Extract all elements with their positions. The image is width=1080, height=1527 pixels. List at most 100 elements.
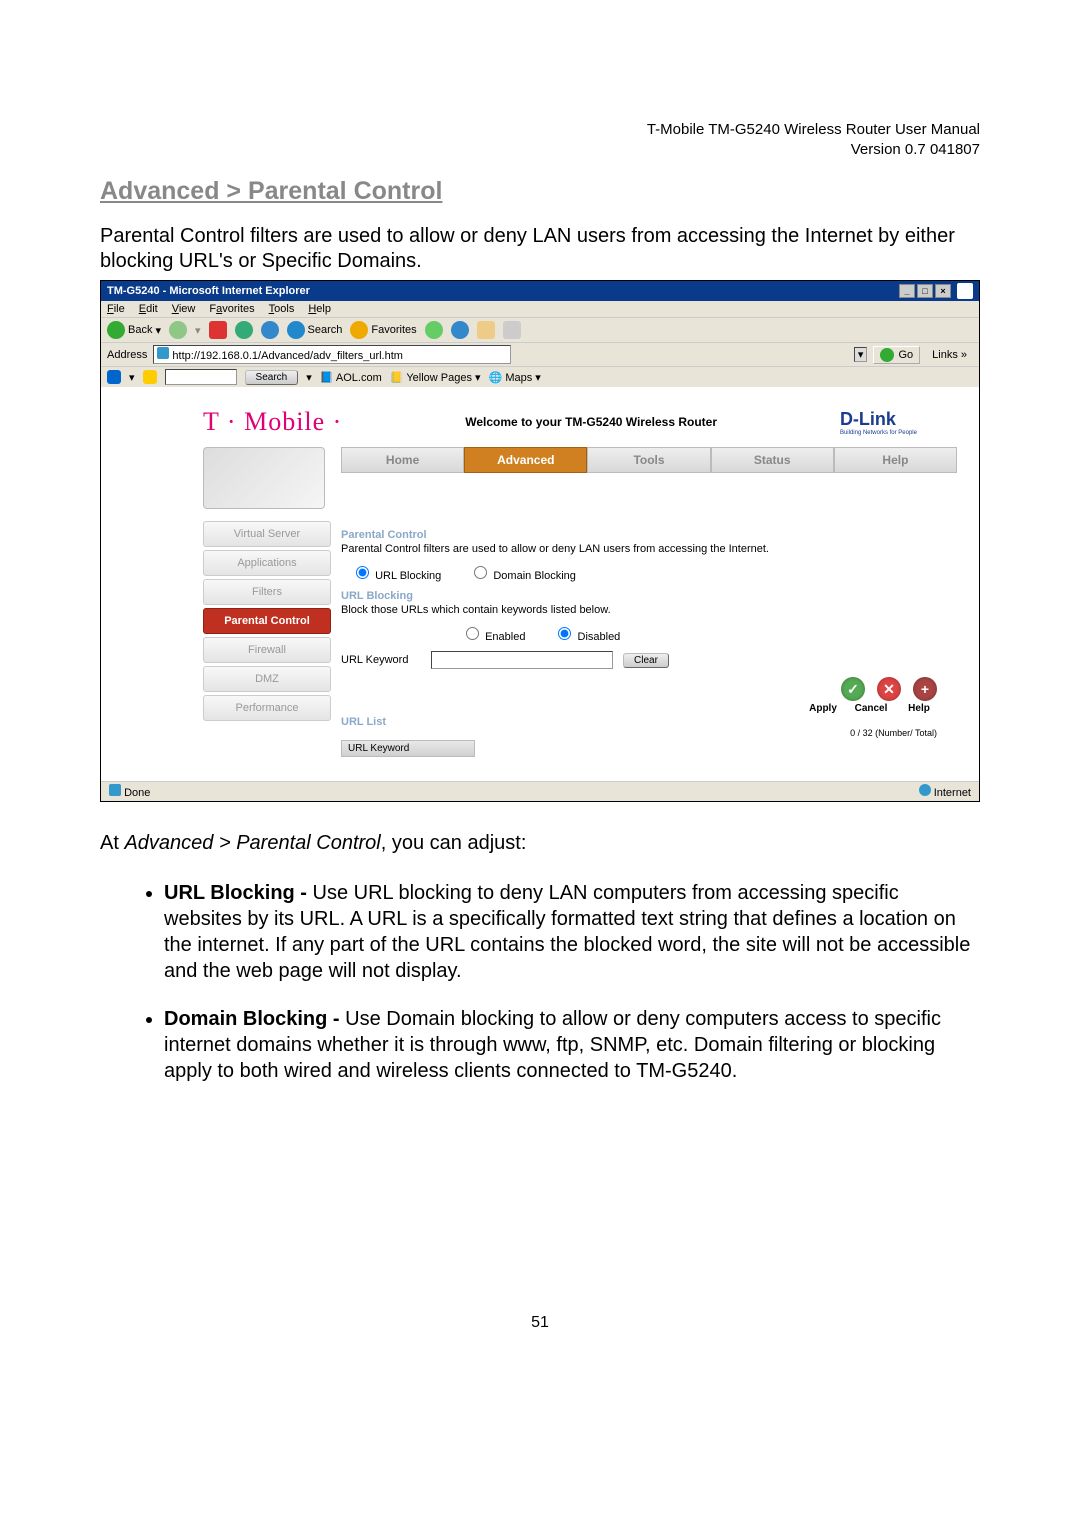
radio-domain-blocking[interactable]: Domain Blocking <box>469 563 576 582</box>
router-tabs: Home Advanced Tools Status Help <box>341 447 957 473</box>
aol-search-btn[interactable]: Search <box>245 370 299 385</box>
radio-url-blocking-input[interactable] <box>356 566 369 579</box>
sidebar-performance[interactable]: Performance <box>203 695 331 721</box>
search-button[interactable]: Search <box>287 321 343 339</box>
page-icon <box>157 347 169 359</box>
status-zone: Internet <box>919 784 971 799</box>
doc-header-line2: Version 0.7 041807 <box>100 140 980 160</box>
page-number: 51 <box>100 1314 980 1332</box>
radio-enabled[interactable]: Enabled <box>461 624 525 643</box>
links-label[interactable]: Links » <box>926 349 973 361</box>
home-icon[interactable] <box>261 321 279 339</box>
bullet-url-blocking: URL Blocking - Use URL blocking to deny … <box>164 880 980 984</box>
doc-header: T-Mobile TM-G5240 Wireless Router User M… <box>100 120 980 159</box>
bullet-list: URL Blocking - Use URL blocking to deny … <box>100 880 980 1084</box>
internet-zone-icon <box>919 784 931 796</box>
router-page: T · Mobile · Welcome to your TM-G5240 Wi… <box>101 387 979 781</box>
help-label: Help <box>901 703 937 714</box>
favorites-button[interactable]: Favorites <box>350 321 416 339</box>
help-button[interactable]: + <box>913 677 937 701</box>
forward-icon[interactable] <box>169 321 187 339</box>
status-done: Done <box>109 784 150 799</box>
tmobile-logo: T · Mobile · <box>203 407 342 437</box>
ie-titlebar: TM-G5240 - Microsoft Internet Explorer _… <box>101 281 979 301</box>
yp-link[interactable]: 📒 Yellow Pages ▾ <box>390 371 481 384</box>
ie-logo-icon <box>957 283 973 299</box>
search-icon <box>287 321 305 339</box>
tab-tools[interactable]: Tools <box>587 447 710 473</box>
sidebar-parental-control[interactable]: Parental Control <box>203 608 331 634</box>
router-product-image <box>203 447 325 509</box>
menu-help[interactable]: Help <box>308 303 331 315</box>
url-list-column-header: URL Keyword <box>341 740 475 757</box>
radio-url-blocking[interactable]: URL Blocking <box>351 563 441 582</box>
tab-help[interactable]: Help <box>834 447 957 473</box>
aol-toolbar: ▾ Search ▾ 📘 AOL.com 📒 Yellow Pages ▾ 🌐 … <box>101 366 979 387</box>
address-label: Address <box>107 349 147 361</box>
ie-addressbar: Address http://192.168.0.1/Advanced/adv_… <box>101 342 979 366</box>
radio-disabled-input[interactable] <box>558 627 571 640</box>
radio-disabled[interactable]: Disabled <box>553 624 620 643</box>
parental-control-heading: Parental Control <box>341 529 957 541</box>
url-list-count: 0 / 32 (Number/ Total) <box>341 728 937 738</box>
sidebar-virtual-server[interactable]: Virtual Server <box>203 521 331 547</box>
aol-link[interactable]: 📘 AOL.com <box>320 371 382 384</box>
close-button[interactable]: × <box>935 284 951 298</box>
outro-text: At Advanced > Parental Control, you can … <box>100 832 980 855</box>
cancel-button[interactable]: ✕ <box>877 677 901 701</box>
router-sidebar: Virtual Server Applications Filters Pare… <box>203 447 341 773</box>
radio-domain-blocking-input[interactable] <box>474 566 487 579</box>
url-list-heading: URL List <box>341 716 957 728</box>
url-blocking-desc: Block those URLs which contain keywords … <box>341 604 957 616</box>
media-icon[interactable] <box>425 321 443 339</box>
back-icon <box>107 321 125 339</box>
dlink-logo: D-Link Building Networks for People <box>840 409 947 436</box>
apply-button[interactable]: ✓ <box>841 677 865 701</box>
ie-title-text: TM-G5240 - Microsoft Internet Explorer <box>107 285 310 297</box>
intro-text: Parental Control filters are used to all… <box>100 224 980 274</box>
cancel-label: Cancel <box>853 703 889 714</box>
history-icon[interactable] <box>451 321 469 339</box>
ie-menubar: FFileile Edit View Favorites Tools Help <box>101 301 979 317</box>
tab-advanced[interactable]: Advanced <box>464 447 587 473</box>
menu-edit[interactable]: Edit <box>139 303 158 315</box>
doc-header-line1: T-Mobile TM-G5240 Wireless Router User M… <box>100 120 980 140</box>
menu-file[interactable]: FFileile <box>107 303 125 315</box>
stop-icon[interactable] <box>209 321 227 339</box>
menu-favorites[interactable]: Favorites <box>209 303 254 315</box>
bullet-domain-blocking: Domain Blocking - Use Domain blocking to… <box>164 1006 980 1084</box>
apply-label: Apply <box>805 703 841 714</box>
sidebar-filters[interactable]: Filters <box>203 579 331 605</box>
address-dropdown[interactable]: ▾ <box>854 347 868 362</box>
url-blocking-heading: URL Blocking <box>341 590 957 602</box>
tab-home[interactable]: Home <box>341 447 464 473</box>
sidebar-applications[interactable]: Applications <box>203 550 331 576</box>
clear-button[interactable]: Clear <box>623 653 669 668</box>
go-icon <box>880 348 894 362</box>
url-keyword-label: URL Keyword <box>341 654 421 666</box>
go-button[interactable]: Go <box>873 346 920 364</box>
menu-view[interactable]: View <box>172 303 196 315</box>
url-keyword-input[interactable] <box>431 651 613 669</box>
sidebar-firewall[interactable]: Firewall <box>203 637 331 663</box>
tab-status[interactable]: Status <box>711 447 834 473</box>
ie-statusbar: Done Internet <box>101 781 979 801</box>
parental-control-desc: Parental Control filters are used to all… <box>341 543 957 555</box>
address-input[interactable]: http://192.168.0.1/Advanced/adv_filters_… <box>153 345 511 364</box>
star-icon <box>350 321 368 339</box>
minimize-button[interactable]: _ <box>899 284 915 298</box>
aol-search-input[interactable] <box>165 369 237 385</box>
print-icon[interactable] <box>503 321 521 339</box>
ie-toolbar: Back ▾ ▾ Search Favorites <box>101 317 979 342</box>
welcome-text: Welcome to your TM-G5240 Wireless Router <box>465 415 717 429</box>
sidebar-dmz[interactable]: DMZ <box>203 666 331 692</box>
refresh-icon[interactable] <box>235 321 253 339</box>
ie-window: TM-G5240 - Microsoft Internet Explorer _… <box>100 280 980 802</box>
maps-link[interactable]: 🌐 Maps ▾ <box>489 371 541 384</box>
maximize-button[interactable]: □ <box>917 284 933 298</box>
aol-icon <box>107 370 121 384</box>
back-button[interactable]: Back ▾ <box>107 321 161 339</box>
mail-icon[interactable] <box>477 321 495 339</box>
radio-enabled-input[interactable] <box>466 627 479 640</box>
menu-tools[interactable]: Tools <box>269 303 295 315</box>
